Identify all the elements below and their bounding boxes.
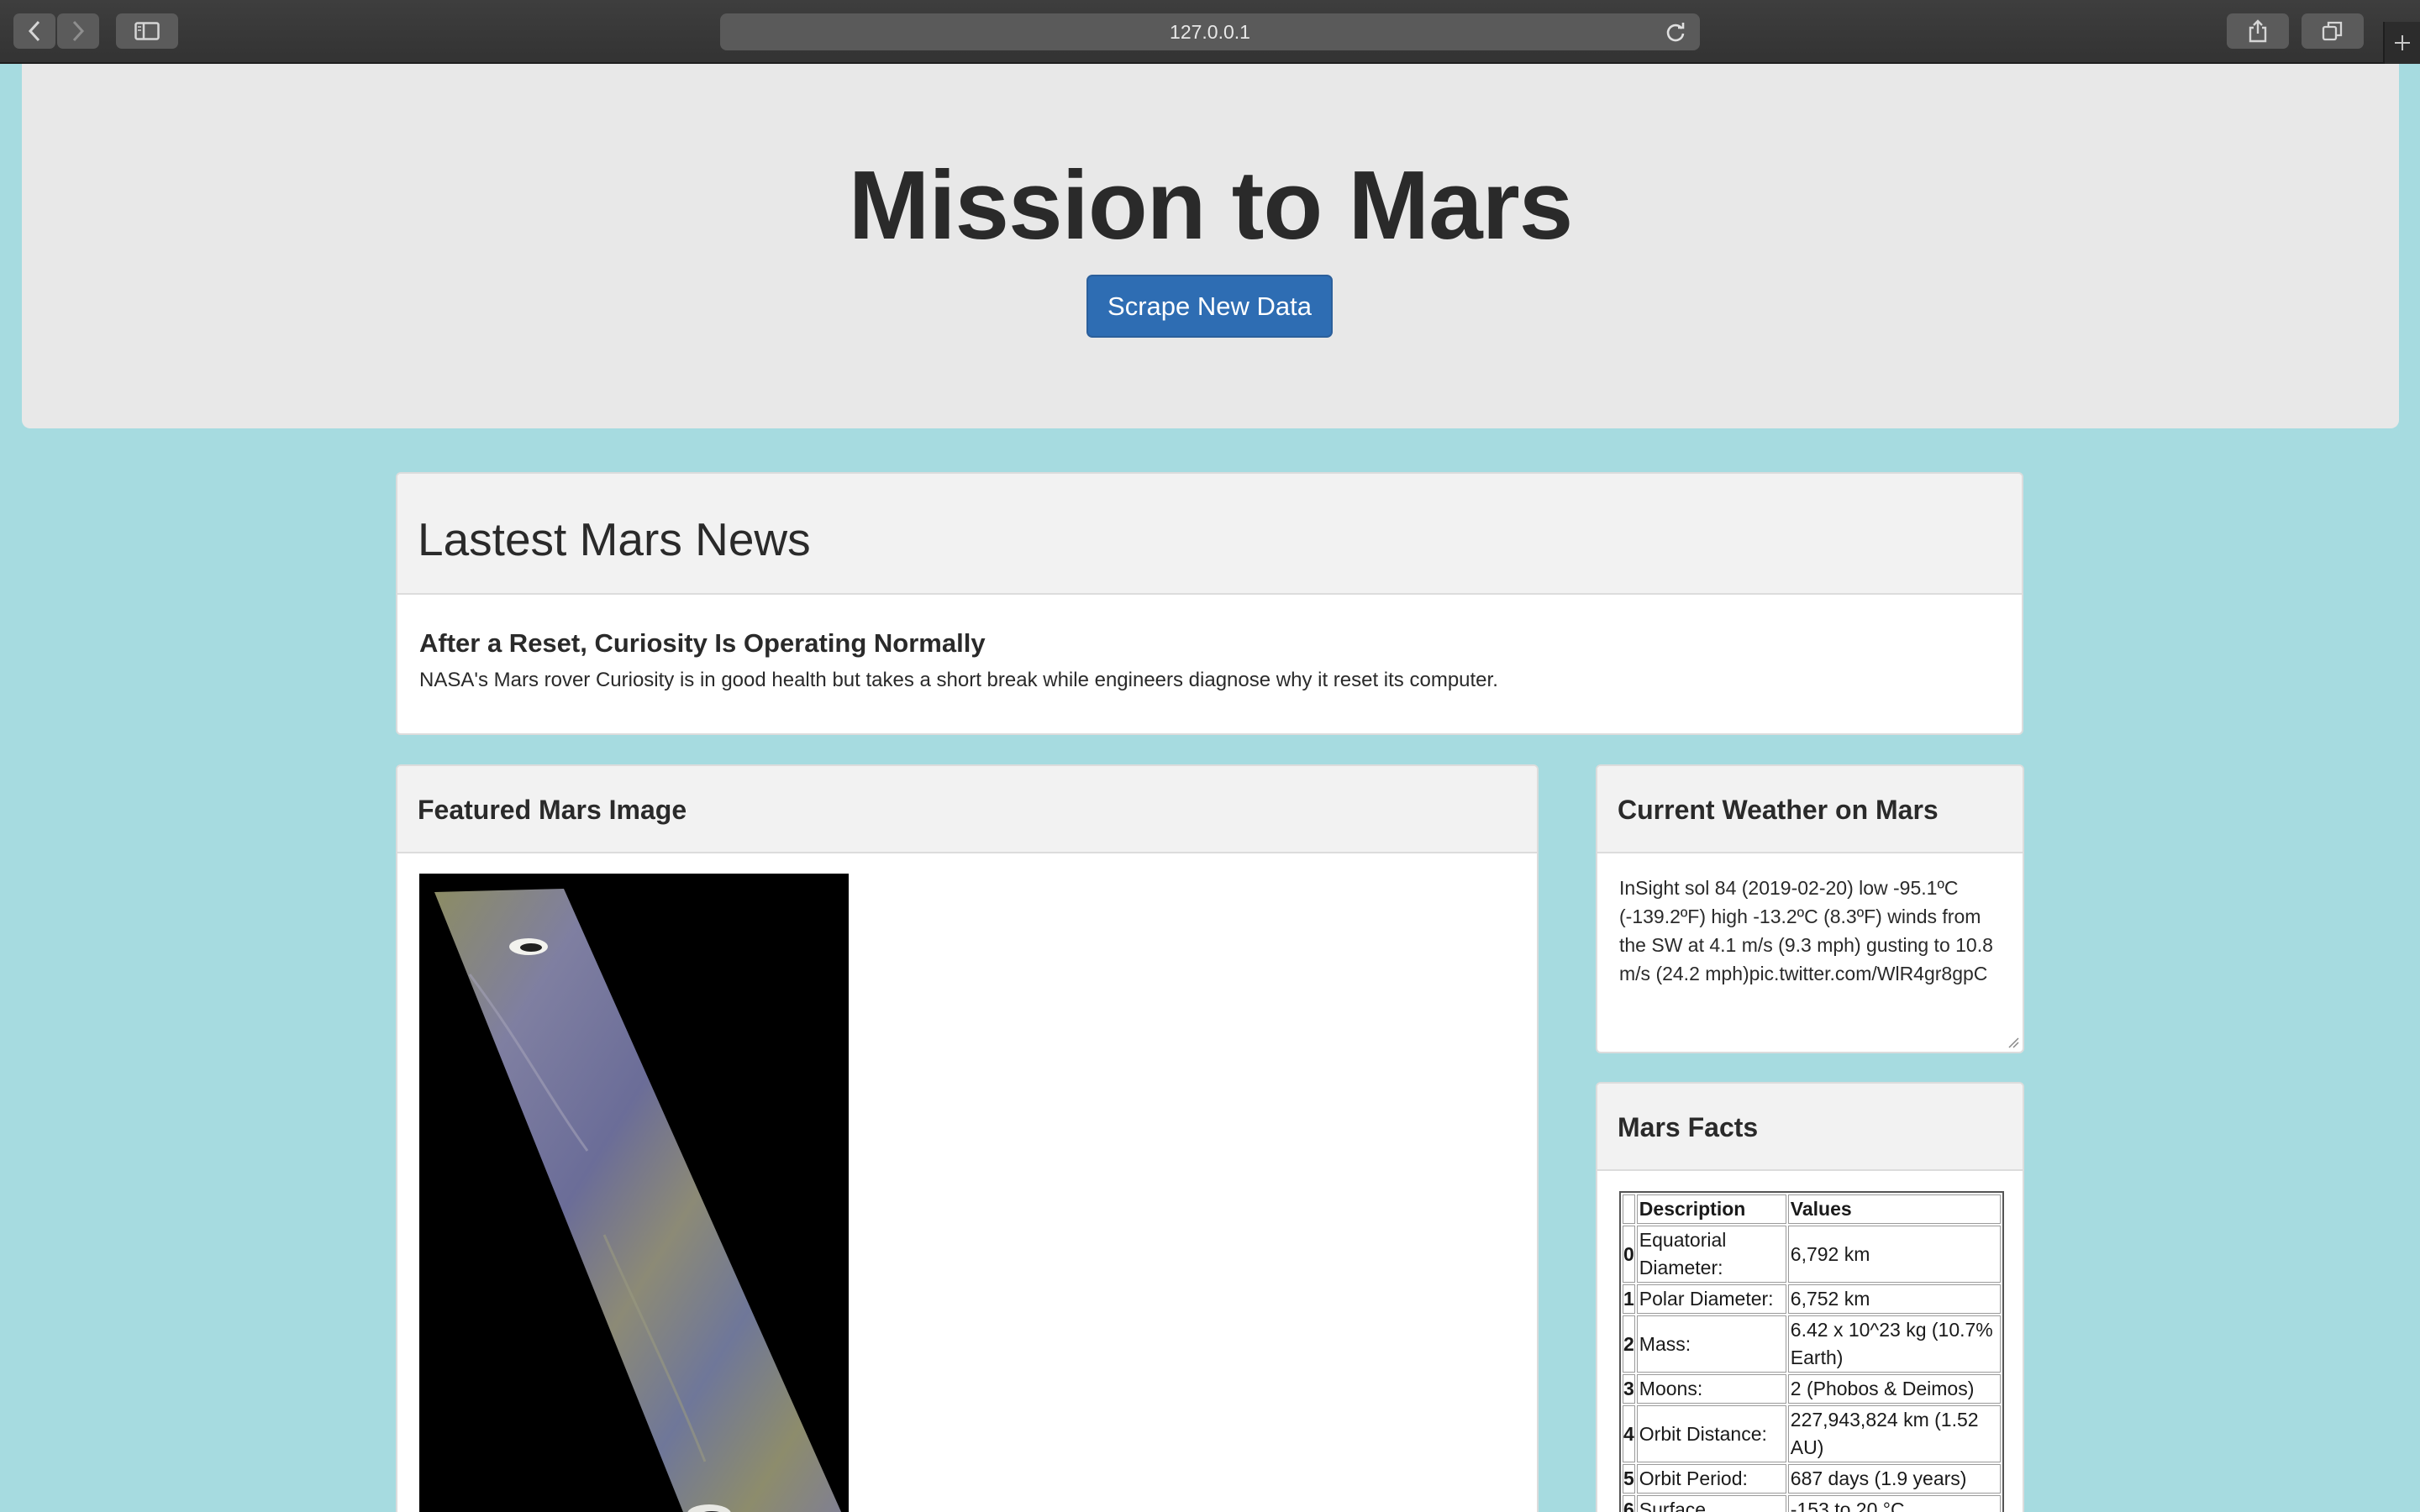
row-index: 2 <box>1623 1315 1635 1373</box>
back-icon <box>28 20 40 42</box>
mars-facts-panel: Mars Facts Description Values 0 Equatori… <box>1596 1082 2024 1512</box>
row-description: Mass: <box>1636 1315 1786 1373</box>
page-title: Mission to Mars <box>848 150 1574 260</box>
address-bar[interactable]: 127.0.0.1 <box>720 13 1700 50</box>
row-index: 1 <box>1623 1284 1635 1314</box>
mars-facts-header: Mars Facts <box>1597 1084 2023 1171</box>
news-title: After a Reset, Curiosity Is Operating No… <box>419 628 986 658</box>
row-description: Orbit Distance: <box>1636 1405 1786 1462</box>
table-row: 5 Orbit Period: 687 days (1.9 years) <box>1623 1464 2001 1494</box>
news-paragraph: NASA's Mars rover Curiosity is in good h… <box>419 669 1498 691</box>
jumbotron: Mission to Mars Scrape New Data <box>22 64 2399 428</box>
news-panel: Lastest Mars News After a Reset, Curiosi… <box>396 472 2023 735</box>
row-value: 6.42 x 10^23 kg (10.7% Earth) <box>1787 1315 2001 1373</box>
table-row: 1 Polar Diameter: 6,752 km <box>1623 1284 2001 1314</box>
forward-button[interactable] <box>57 13 99 49</box>
mars-facts-heading: Mars Facts <box>1618 1112 1759 1142</box>
url-text: 127.0.0.1 <box>1170 20 1250 43</box>
sidebar-icon <box>134 22 160 40</box>
row-index: 3 <box>1623 1374 1635 1404</box>
featured-mars-image <box>419 874 849 1512</box>
news-panel-header: Lastest Mars News <box>397 474 2022 595</box>
row-value: 6,792 km <box>1787 1226 2001 1283</box>
weather-heading: Current Weather on Mars <box>1618 795 1939 825</box>
plus-icon <box>2395 35 2410 50</box>
tabs-icon <box>2322 21 2343 41</box>
table-row: 4 Orbit Distance: 227,943,824 km (1.52 A… <box>1623 1405 2001 1462</box>
description-column-header: Description <box>1636 1194 1786 1224</box>
resize-grip-icon[interactable] <box>2007 1037 2019 1048</box>
featured-image-panel: Featured Mars Image <box>396 764 1539 1512</box>
row-index: 4 <box>1623 1405 1635 1462</box>
news-heading: Lastest Mars News <box>418 513 811 565</box>
row-value: 2 (Phobos & Deimos) <box>1787 1374 2001 1404</box>
table-row: 2 Mass: 6.42 x 10^23 kg (10.7% Earth) <box>1623 1315 2001 1373</box>
weather-panel: Current Weather on Mars InSight sol 84 (… <box>1596 764 2024 1053</box>
reload-icon <box>1666 23 1685 42</box>
featured-image-header: Featured Mars Image <box>397 766 1537 853</box>
row-description: Orbit Period: <box>1636 1464 1786 1494</box>
weather-header: Current Weather on Mars <box>1597 766 2023 853</box>
show-tabs-button[interactable] <box>2302 13 2364 49</box>
table-row: 0 Equatorial Diameter: 6,792 km <box>1623 1226 2001 1283</box>
table-row: 6 Surface -153 to 20 °C <box>1623 1495 2001 1512</box>
table-header-row: Description Values <box>1623 1194 2001 1224</box>
browser-toolbar: 127.0.0.1 <box>0 0 2420 64</box>
reload-button[interactable] <box>1665 21 1686 48</box>
share-button[interactable] <box>2227 13 2289 49</box>
share-icon <box>2249 19 2267 43</box>
back-button[interactable] <box>13 13 55 49</box>
row-index: 5 <box>1623 1464 1635 1494</box>
mars-facts-table: Description Values 0 Equatorial Diameter… <box>1619 1191 2004 1512</box>
index-column-header <box>1623 1194 1635 1224</box>
featured-image-heading: Featured Mars Image <box>418 795 687 825</box>
row-value: 687 days (1.9 years) <box>1787 1464 2001 1494</box>
table-row: 3 Moons: 2 (Phobos & Deimos) <box>1623 1374 2001 1404</box>
values-column-header: Values <box>1787 1194 2001 1224</box>
row-description: Surface <box>1636 1495 1786 1512</box>
mars-surface-strip <box>434 889 842 1512</box>
weather-text: InSight sol 84 (2019-02-20) low -95.1ºC … <box>1619 877 1993 984</box>
sidebar-button[interactable] <box>116 13 178 49</box>
row-value: 227,943,824 km (1.52 AU) <box>1787 1405 2001 1462</box>
row-description: Polar Diameter: <box>1636 1284 1786 1314</box>
row-index: 0 <box>1623 1226 1635 1283</box>
row-index: 6 <box>1623 1495 1635 1512</box>
forward-icon <box>72 20 85 42</box>
row-description: Moons: <box>1636 1374 1786 1404</box>
row-description: Equatorial Diameter: <box>1636 1226 1786 1283</box>
row-value: 6,752 km <box>1787 1284 2001 1314</box>
scrape-new-data-button[interactable]: Scrape New Data <box>1086 275 1333 338</box>
new-tab-button[interactable] <box>2383 22 2420 64</box>
row-value: -153 to 20 °C <box>1787 1495 2001 1512</box>
